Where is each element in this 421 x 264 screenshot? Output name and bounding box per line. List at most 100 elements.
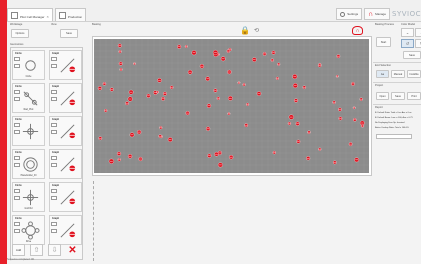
geometry-tile[interactable]: Graph	[49, 215, 82, 245]
nesting-canvas[interactable]	[93, 38, 369, 173]
nested-part[interactable]	[353, 118, 357, 122]
nested-part[interactable]	[288, 114, 294, 120]
move-up-button[interactable]: ⇧	[30, 244, 43, 256]
nested-part[interactable]	[117, 158, 121, 162]
nested-part[interactable]	[336, 54, 341, 59]
options-button[interactable]: Options	[11, 29, 29, 38]
end-option-invisible-button[interactable]: Invisible	[407, 70, 421, 78]
nested-part[interactable]	[159, 126, 163, 130]
nested-part[interactable]	[292, 74, 298, 80]
nested-part[interactable]	[351, 82, 355, 86]
nested-part[interactable]	[118, 50, 122, 54]
view-top-button[interactable]: ⌄	[401, 28, 414, 37]
nested-part[interactable]	[138, 156, 143, 162]
nested-part[interactable]	[133, 62, 136, 66]
nested-part[interactable]	[214, 151, 219, 157]
nested-part[interactable]	[217, 162, 223, 168]
nested-part[interactable]	[296, 139, 301, 144]
nested-part[interactable]	[287, 121, 292, 126]
nested-part[interactable]	[127, 96, 133, 102]
lock-icon[interactable]: 🔒	[240, 26, 250, 35]
nested-part[interactable]	[354, 157, 359, 163]
nested-part[interactable]	[228, 95, 233, 101]
nested-part[interactable]	[184, 45, 188, 48]
nested-part[interactable]	[156, 90, 159, 94]
nested-part[interactable]	[205, 126, 211, 131]
nested-part[interactable]	[256, 91, 262, 96]
nested-part[interactable]	[177, 44, 182, 49]
nested-part[interactable]	[272, 150, 276, 155]
end-option-aa-button[interactable]: Aa	[376, 70, 389, 78]
project-print-button[interactable]: Print	[407, 92, 421, 100]
nested-part[interactable]	[227, 69, 232, 75]
nested-part[interactable]	[108, 158, 114, 164]
nested-part[interactable]	[169, 85, 174, 90]
start-button[interactable]: Start	[376, 37, 391, 47]
nested-part[interactable]	[118, 61, 123, 66]
nested-part[interactable]	[332, 160, 337, 165]
nested-part[interactable]	[262, 52, 267, 56]
nested-part[interactable]	[191, 50, 197, 56]
nested-part[interactable]	[360, 124, 365, 128]
nested-part[interactable]	[307, 130, 311, 134]
nested-part[interactable]	[216, 96, 220, 101]
color-save-button[interactable]: Save	[403, 51, 421, 59]
nested-part[interactable]	[119, 67, 123, 72]
nested-part[interactable]	[293, 98, 299, 103]
nested-part[interactable]	[104, 108, 108, 113]
project-save-button[interactable]: Save	[391, 92, 405, 100]
nested-part[interactable]	[226, 49, 231, 53]
rotate-left-button[interactable]: ↺	[401, 39, 414, 48]
geometry-tile[interactable]: Circle Placeholder_DI	[12, 149, 45, 179]
nested-part[interactable]	[127, 154, 133, 159]
nested-part[interactable]	[306, 156, 311, 161]
nested-part[interactable]	[137, 129, 142, 135]
tab-pilot-cell-manager[interactable]: Pilot Cell Manager ×	[7, 8, 53, 21]
nested-part[interactable]	[252, 57, 257, 62]
nested-part[interactable]	[205, 76, 210, 82]
tab-production[interactable]: Production	[54, 8, 87, 21]
nested-part[interactable]	[199, 64, 205, 69]
nested-part[interactable]	[335, 74, 339, 78]
nested-part[interactable]	[212, 49, 219, 56]
geometry-tile[interactable]: Graph	[49, 182, 82, 212]
nested-part[interactable]	[162, 91, 167, 96]
nested-part[interactable]	[270, 58, 274, 62]
nested-part[interactable]	[237, 81, 241, 85]
nested-part[interactable]	[302, 85, 307, 90]
manage-button[interactable]: ∩ Manage	[364, 8, 391, 20]
nested-part[interactable]	[317, 63, 322, 68]
nested-part[interactable]	[338, 116, 343, 121]
nested-part[interactable]	[109, 87, 114, 92]
nested-part[interactable]	[207, 153, 212, 158]
nested-part[interactable]	[117, 43, 122, 48]
nested-part[interactable]	[157, 78, 162, 83]
nested-part[interactable]	[242, 83, 246, 87]
nested-part[interactable]	[213, 88, 218, 93]
settings-button[interactable]: Settings	[336, 8, 363, 20]
geometry-tile[interactable]: Circle Grid Rd	[12, 182, 45, 212]
geometry-tile[interactable]: Graph	[49, 116, 82, 146]
geometry-tile[interactable]: Graph	[49, 83, 82, 113]
nested-part[interactable]	[246, 102, 250, 106]
nested-part[interactable]	[206, 103, 212, 108]
nested-part[interactable]	[277, 62, 281, 66]
nested-part[interactable]	[161, 96, 166, 101]
move-down-button[interactable]: ⇩	[48, 244, 61, 256]
delete-button[interactable]: ✕	[66, 244, 79, 256]
nested-part[interactable]	[275, 76, 279, 80]
rotate-right-button[interactable]: ↻	[415, 39, 421, 48]
nested-part[interactable]	[167, 137, 173, 142]
nested-part[interactable]	[244, 123, 249, 128]
nested-part[interactable]	[97, 86, 102, 91]
project-open-button[interactable]: Open	[376, 92, 389, 100]
nested-part[interactable]	[129, 132, 135, 138]
nested-part[interactable]	[187, 69, 193, 75]
nested-part[interactable]	[338, 107, 342, 112]
nested-part[interactable]	[348, 142, 353, 146]
nested-part[interactable]	[359, 97, 363, 101]
geometry-tile[interactable]: Circle	[12, 116, 45, 146]
nested-part[interactable]	[271, 50, 276, 55]
nested-part[interactable]	[102, 82, 107, 86]
view-side-button[interactable]: ⌄	[415, 28, 421, 37]
